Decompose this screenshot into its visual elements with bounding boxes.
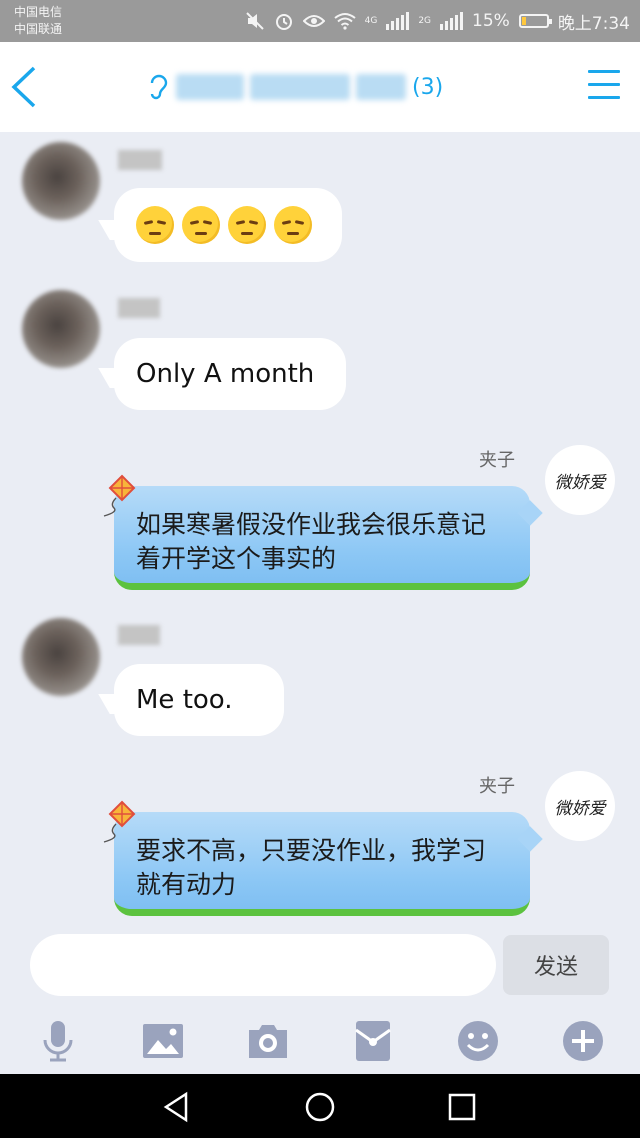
image-icon[interactable] (140, 1018, 186, 1064)
message-text: 要求不高，只要没作业，我学习就有动力 (136, 836, 487, 899)
member-count: (3) (412, 74, 444, 100)
status-bar: 中国电信 中国联通 4G 2G 15% 晚上7:34 (0, 0, 640, 42)
sender-name-blurred (118, 298, 160, 318)
message-bubble[interactable]: Me too. (98, 664, 284, 736)
earpiece-mode-icon (150, 74, 168, 100)
clock: 晚上7:34 (557, 13, 630, 34)
avatar[interactable] (22, 290, 100, 368)
self-avatar[interactable]: 微娇爱 (545, 445, 615, 515)
signal-2-label: 2G (418, 15, 432, 26)
battery-percent: 15% (472, 11, 510, 31)
pensive-face-icon (182, 206, 220, 244)
self-avatar[interactable]: 微娇爱 (545, 771, 615, 841)
back-triangle-icon[interactable] (160, 1090, 194, 1124)
wifi-icon (333, 13, 356, 30)
signal-2-icon (440, 12, 464, 30)
sender-name-blurred (118, 625, 160, 645)
battery-icon (518, 14, 552, 28)
group-name-blurred-3 (356, 74, 406, 100)
back-arrow-icon[interactable] (8, 64, 42, 110)
avatar[interactable] (22, 142, 100, 220)
camera-icon[interactable] (245, 1018, 291, 1064)
home-circle-icon[interactable] (303, 1090, 337, 1124)
sender-name: 夹子 (479, 450, 515, 471)
pensive-face-icon (136, 206, 174, 244)
microphone-icon[interactable] (35, 1018, 81, 1064)
chat-title[interactable]: (3) (148, 67, 443, 107)
kite-icon (103, 474, 136, 517)
message-text: Me too. (136, 685, 233, 715)
recents-square-icon[interactable] (445, 1090, 479, 1124)
emoji-icon[interactable] (455, 1018, 501, 1064)
input-toolbar (0, 1010, 640, 1072)
menu-icon[interactable] (588, 70, 620, 100)
group-name-blurred-2 (250, 74, 350, 100)
sender-name-blurred (118, 150, 162, 170)
chat-header: (3) (0, 42, 640, 132)
carrier-2: 中国联通 (14, 22, 63, 36)
message-bubble-outgoing[interactable]: 如果寒暑假没作业我会很乐意记着开学这个事实的 (114, 486, 543, 590)
mute-icon (245, 12, 264, 30)
message-bubble[interactable] (98, 188, 342, 262)
kite-icon (103, 800, 136, 843)
message-text: Only A month (136, 359, 315, 389)
pensive-emoji-row (136, 206, 312, 244)
pensive-face-icon (228, 206, 266, 244)
sender-name: 夹子 (479, 776, 515, 797)
group-name-blurred-1 (176, 74, 244, 100)
send-button[interactable]: 发送 (503, 935, 609, 995)
carrier-1: 中国电信 (14, 5, 63, 19)
system-nav-bar (0, 1074, 640, 1138)
avatar[interactable] (22, 618, 100, 696)
pensive-face-icon (274, 206, 312, 244)
signal-1-label: 4G (364, 15, 378, 26)
message-text: 如果寒暑假没作业我会很乐意记着开学这个事实的 (136, 510, 487, 573)
red-packet-icon[interactable] (350, 1018, 396, 1064)
plus-icon[interactable] (560, 1018, 606, 1064)
status-icons: 4G 2G 15% 晚上7:34 (245, 9, 630, 34)
alarm-icon (275, 14, 292, 30)
message-input[interactable] (30, 934, 496, 996)
message-bubble-outgoing[interactable]: 要求不高，只要没作业，我学习就有动力 (114, 812, 543, 916)
signal-1-icon (386, 12, 410, 30)
message-bubble[interactable]: Only A month (98, 338, 346, 410)
eye-icon (302, 15, 325, 27)
